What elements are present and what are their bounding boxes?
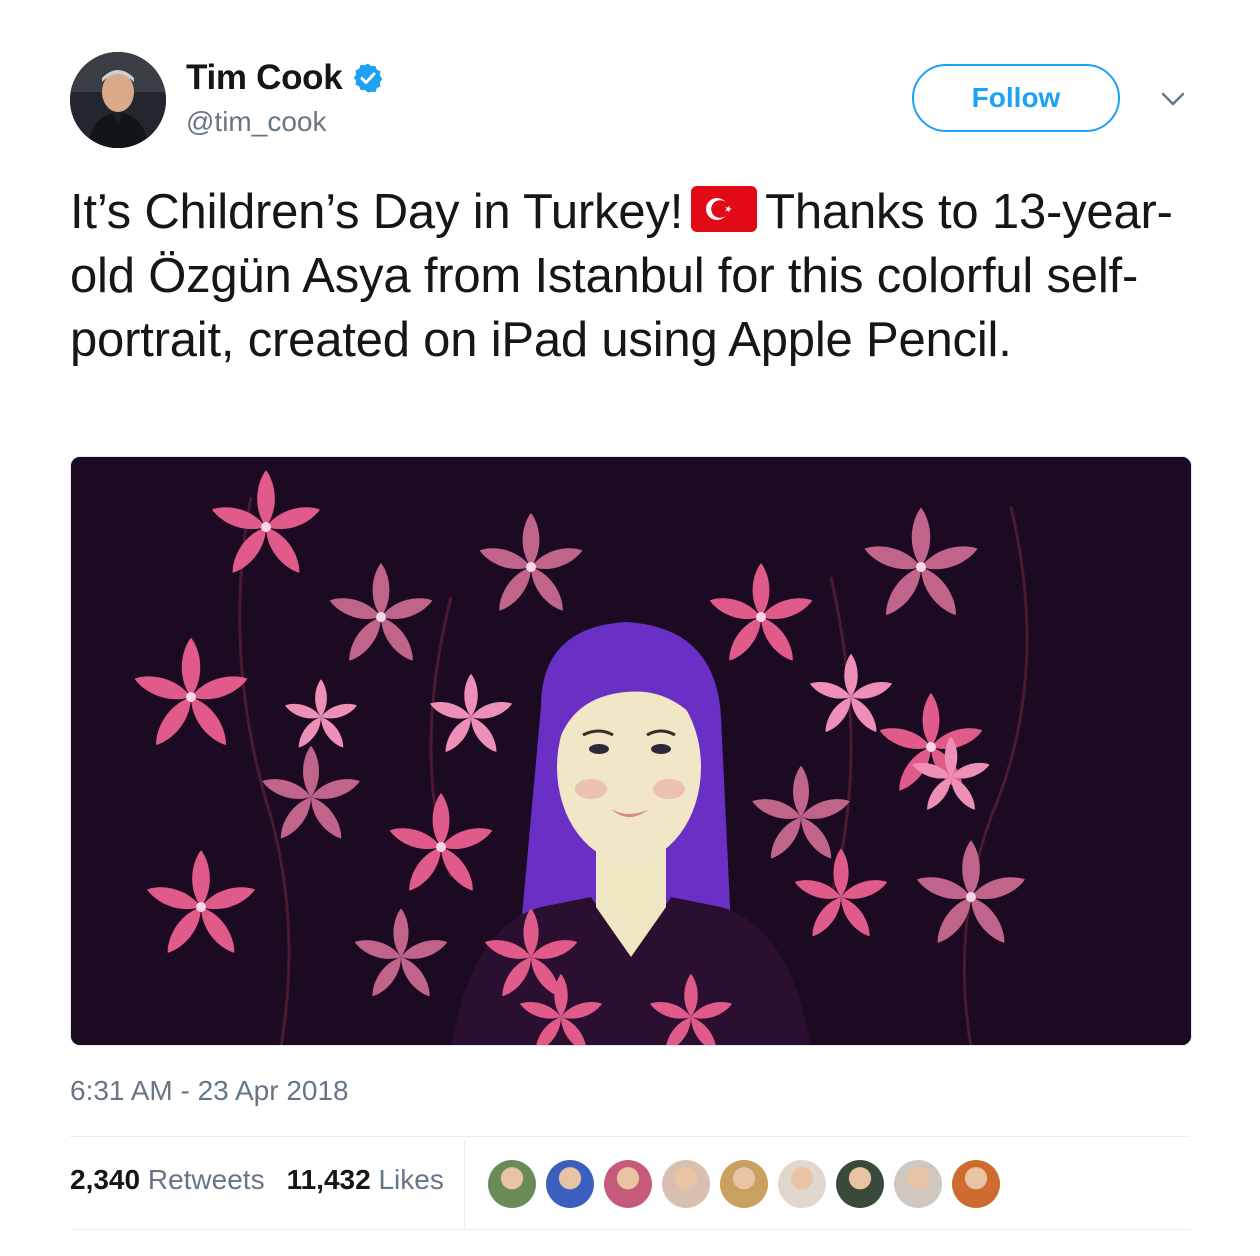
- liker-avatar[interactable]: [546, 1160, 594, 1208]
- retweets-count: 2,340: [70, 1164, 141, 1195]
- follow-button[interactable]: Follow: [912, 64, 1120, 132]
- likes-stat[interactable]: 11,432 Likes: [287, 1164, 444, 1196]
- divider-top: [70, 1136, 1190, 1137]
- retweets-stat[interactable]: 2,340 Retweets: [70, 1164, 265, 1196]
- chevron-down-icon[interactable]: [1158, 84, 1188, 114]
- author-name-row: Tim Cook: [186, 56, 384, 100]
- tweet-timestamp[interactable]: 6:31 AM - 23 Apr 2018: [70, 1075, 349, 1107]
- tweet-media[interactable]: [70, 456, 1192, 1046]
- author-avatar[interactable]: [70, 52, 166, 148]
- tweet-stats: 2,340 Retweets 11,432 Likes: [70, 1164, 466, 1196]
- author-handle[interactable]: @tim_cook: [186, 106, 326, 138]
- divider-bottom: [70, 1229, 1190, 1230]
- tweet-text-part1: It’s Children’s Day in Turkey!: [70, 185, 684, 239]
- liker-avatar[interactable]: [836, 1160, 884, 1208]
- liker-avatar[interactable]: [488, 1160, 536, 1208]
- likes-label: Likes: [378, 1164, 444, 1195]
- tweet-card: Tim Cook @tim_cook Follow It’s Children’…: [0, 0, 1260, 1256]
- liker-avatar[interactable]: [720, 1160, 768, 1208]
- author-display-name[interactable]: Tim Cook: [186, 58, 343, 98]
- liker-avatars: [488, 1160, 1010, 1208]
- liker-avatar[interactable]: [778, 1160, 826, 1208]
- likes-count: 11,432: [286, 1164, 371, 1195]
- liker-avatar[interactable]: [894, 1160, 942, 1208]
- liker-avatar[interactable]: [952, 1160, 1000, 1208]
- turkey-flag-icon: [691, 186, 758, 232]
- retweets-label: Retweets: [147, 1164, 265, 1195]
- self-portrait-illustration-icon: [71, 457, 1191, 1045]
- tweet-text: It’s Children’s Day in Turkey! Thanks to…: [70, 180, 1210, 372]
- profile-photo-icon: [70, 52, 166, 148]
- liker-avatar[interactable]: [662, 1160, 710, 1208]
- verified-badge-icon: [354, 63, 383, 93]
- stats-separator: [464, 1140, 465, 1228]
- liker-avatar[interactable]: [604, 1160, 652, 1208]
